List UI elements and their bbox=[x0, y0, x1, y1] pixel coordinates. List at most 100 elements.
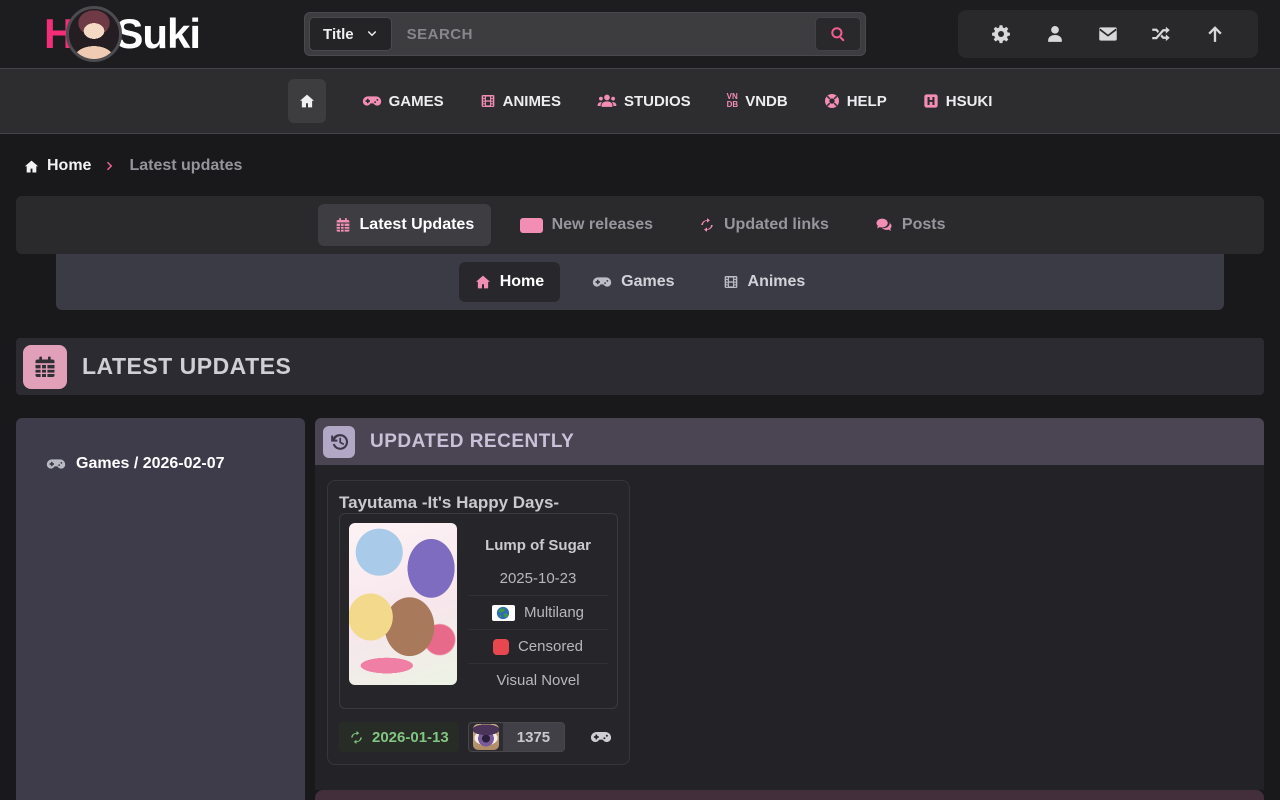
game-category: Visual Novel bbox=[468, 663, 608, 697]
comments-icon bbox=[875, 216, 893, 234]
tab-posts[interactable]: Posts bbox=[858, 204, 963, 246]
panel-body: Tayutama -It's Happy Days- Lump of Sugar… bbox=[315, 465, 1264, 790]
nav-item-vndb[interactable]: VN DB VNDB bbox=[727, 93, 788, 110]
site-logo[interactable]: H Suki bbox=[44, 6, 200, 62]
random-button[interactable] bbox=[1151, 24, 1171, 44]
censored-chip-icon bbox=[493, 639, 509, 655]
game-card-footer: 2026-01-13 1375 bbox=[339, 722, 618, 752]
nav-item-label: ANIMES bbox=[503, 93, 561, 110]
nav-item-help[interactable]: HELP bbox=[824, 93, 887, 110]
panel-icon-box bbox=[323, 426, 355, 458]
header-actions bbox=[958, 10, 1258, 58]
breadcrumb-current: Latest updates bbox=[129, 157, 242, 175]
nav-home-button[interactable] bbox=[288, 79, 326, 123]
nav-item-label: STUDIOS bbox=[624, 93, 691, 110]
nav-item-label: VNDB bbox=[745, 93, 788, 110]
home-icon bbox=[24, 159, 39, 174]
new-badge-icon: NEW bbox=[520, 218, 542, 233]
panel-title: UPDATED RECENTLY bbox=[370, 431, 574, 453]
search-category-value: Title bbox=[323, 26, 354, 43]
nav-item-label: HELP bbox=[847, 93, 887, 110]
subtab-games[interactable]: Games bbox=[576, 261, 690, 303]
nav-item-label: HSUKI bbox=[946, 93, 993, 110]
tab-label: Posts bbox=[902, 216, 946, 234]
nav-item-studios[interactable]: STUDIOS bbox=[597, 91, 691, 111]
views-count: 1375 bbox=[503, 723, 564, 751]
gamepad-icon bbox=[592, 272, 612, 292]
search-bar: Title bbox=[304, 12, 866, 56]
game-censorship-row: Censored bbox=[468, 629, 608, 663]
search-category-select[interactable]: Title bbox=[309, 17, 392, 51]
game-release-date: 2025-10-23 bbox=[468, 562, 608, 595]
game-language-row: Multilang bbox=[468, 595, 608, 629]
game-info-list: Lump of Sugar 2025-10-23 Multilang Cens bbox=[468, 523, 608, 699]
content-area: Games / 2026-02-07 UPDATED RECENTLY Tayu… bbox=[16, 418, 1264, 800]
sync-icon bbox=[699, 217, 715, 233]
game-info-box: Lump of Sugar 2025-10-23 Multilang Cens bbox=[339, 513, 618, 709]
date-sidebar: Games / 2026-02-07 bbox=[16, 418, 305, 800]
envelope-icon bbox=[1098, 24, 1118, 44]
nav-item-games[interactable]: GAMES bbox=[362, 91, 444, 111]
subtab-label: Animes bbox=[748, 273, 806, 291]
calendar-icon bbox=[335, 217, 351, 233]
search-button[interactable] bbox=[815, 17, 861, 51]
globe-icon bbox=[496, 606, 510, 620]
gamepad-icon bbox=[362, 91, 382, 111]
life-ring-icon bbox=[824, 93, 840, 109]
h-square-icon bbox=[923, 93, 939, 109]
history-icon bbox=[329, 432, 349, 452]
sync-icon bbox=[349, 730, 364, 745]
film-icon bbox=[723, 274, 739, 290]
upload-button[interactable] bbox=[1205, 24, 1225, 44]
settings-button[interactable] bbox=[991, 24, 1011, 44]
user-button[interactable] bbox=[1045, 24, 1065, 44]
updates-tabs: Latest Updates NEW New releases Updated … bbox=[16, 196, 1264, 254]
subtab-animes[interactable]: Animes bbox=[707, 262, 822, 302]
nav-item-animes[interactable]: ANIMES bbox=[480, 93, 561, 110]
breadcrumb-home[interactable]: Home bbox=[24, 157, 91, 175]
up-arrow-icon bbox=[1205, 24, 1225, 44]
chevron-right-icon bbox=[104, 160, 116, 172]
logo-text-suki: Suki bbox=[115, 10, 200, 58]
uploader-avatar bbox=[473, 724, 499, 750]
breadcrumb-home-label: Home bbox=[47, 157, 91, 175]
film-icon bbox=[480, 93, 496, 109]
user-icon bbox=[1045, 24, 1065, 44]
sidebar-item-label: Games / 2026-02-07 bbox=[76, 455, 225, 473]
tab-latest-updates[interactable]: Latest Updates bbox=[318, 204, 492, 246]
gamepad-icon bbox=[46, 454, 66, 474]
section-icon-box bbox=[23, 345, 67, 389]
messages-button[interactable] bbox=[1098, 24, 1118, 44]
logo-avatar bbox=[66, 6, 122, 62]
gamepad-icon bbox=[590, 726, 612, 748]
shuffle-icon bbox=[1151, 24, 1171, 44]
tab-new-releases[interactable]: NEW New releases bbox=[503, 204, 670, 246]
updated-date: 2026-01-13 bbox=[372, 729, 449, 746]
gear-icon bbox=[991, 24, 1011, 44]
game-censorship: Censored bbox=[518, 638, 583, 655]
sidebar-item-games-date[interactable]: Games / 2026-02-07 bbox=[46, 454, 305, 474]
top-header: H Suki Title bbox=[0, 0, 1280, 68]
updated-date-badge: 2026-01-13 bbox=[339, 722, 459, 752]
page-title: LATEST UPDATES bbox=[82, 353, 291, 380]
game-card: Tayutama -It's Happy Days- Lump of Sugar… bbox=[327, 480, 630, 765]
game-cover-image[interactable] bbox=[349, 523, 457, 685]
page: H Suki Title GAMES bbox=[0, 0, 1280, 800]
vndb-icon-bottom: DB bbox=[727, 101, 739, 109]
breadcrumb: Home Latest updates bbox=[24, 151, 1280, 181]
search-input[interactable] bbox=[392, 26, 815, 43]
subtab-home[interactable]: Home bbox=[459, 262, 560, 302]
subtab-label: Home bbox=[500, 273, 544, 291]
tab-updated-links[interactable]: Updated links bbox=[682, 204, 846, 246]
nav-item-hsuki[interactable]: HSUKI bbox=[923, 93, 993, 110]
home-icon bbox=[475, 274, 491, 290]
game-language: Multilang bbox=[524, 604, 584, 621]
game-studio[interactable]: Lump of Sugar bbox=[468, 529, 608, 562]
search-icon bbox=[830, 26, 846, 42]
tab-label: New releases bbox=[552, 216, 653, 234]
home-icon bbox=[299, 93, 315, 109]
users-icon bbox=[597, 91, 617, 111]
game-title[interactable]: Tayutama -It's Happy Days- bbox=[339, 493, 559, 512]
scope-subtabs: Home Games Animes bbox=[56, 254, 1224, 310]
chevron-down-icon bbox=[366, 28, 378, 40]
